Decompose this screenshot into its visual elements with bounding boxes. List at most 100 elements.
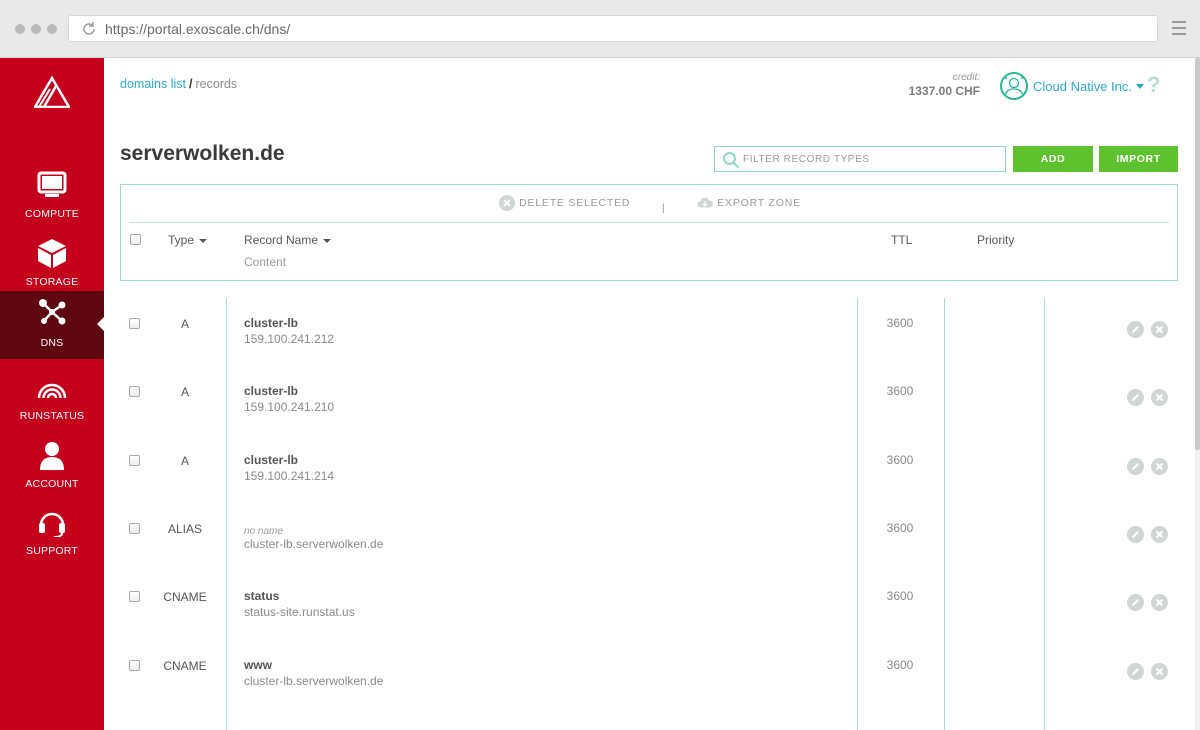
sidebar-item-account[interactable]: ACCOUNT (0, 434, 104, 502)
credit-display: credit: 1337.00 CHF (909, 72, 980, 98)
sidebar-item-storage[interactable]: STORAGE (0, 232, 104, 300)
row-checkbox[interactable] (129, 660, 140, 671)
record-name: cluster-lb (244, 453, 299, 467)
filter-record-types-input[interactable] (743, 147, 999, 171)
record-content: status-site.runstat.us (244, 605, 355, 619)
delete-circle-icon (499, 195, 516, 211)
delete-selected-button[interactable]: DELETE SELECTED (499, 195, 630, 211)
row-checkbox[interactable] (129, 523, 140, 534)
bulk-actions: DELETE SELECTED | EXPORT ZONE (121, 195, 1179, 214)
export-zone-label: EXPORT ZONE (717, 197, 801, 209)
headset-icon (39, 512, 65, 537)
record-ttl: 3600 (886, 521, 914, 535)
add-record-button[interactable]: ADD (1013, 146, 1093, 172)
sidebar-item-label: SUPPORT (26, 545, 78, 557)
column-header-ttl: TTL (891, 233, 913, 247)
delete-x-icon[interactable] (1151, 526, 1168, 543)
column-header-record-name[interactable]: Record Name (244, 233, 332, 247)
record-name: cluster-lb (244, 316, 299, 330)
record-content: 159.100.241.214 (244, 469, 335, 483)
cube-icon (38, 239, 66, 268)
row-checkbox[interactable] (129, 455, 140, 466)
record-ttl: 3600 (886, 316, 914, 330)
delete-x-icon[interactable] (1151, 389, 1168, 406)
row-checkbox[interactable] (129, 386, 140, 397)
breadcrumb-domains-list-link[interactable]: domains list (120, 77, 186, 91)
table-row: A cluster-lb 159.100.241.212 3600 (120, 298, 1178, 366)
record-type: ALIAS (167, 522, 203, 536)
window-dot[interactable] (47, 24, 57, 34)
export-zone-button[interactable]: EXPORT ZONE (697, 195, 801, 211)
records-table-body: A cluster-lb 159.100.241.212 3600 A clus… (120, 298, 1178, 730)
edit-pencil-icon[interactable] (1127, 663, 1144, 680)
row-checkbox[interactable] (129, 318, 140, 329)
credit-value: 1337.00 CHF (908, 84, 980, 98)
exoscale-logo-icon[interactable] (34, 76, 70, 108)
record-ttl: 3600 (886, 384, 914, 398)
sidebar-item-support[interactable]: SUPPORT (0, 501, 104, 569)
browser-chrome: https://portal.exoscale.ch/dns/ (0, 0, 1200, 58)
page-scrollbar[interactable] (1195, 58, 1200, 730)
record-type: CNAME (163, 590, 207, 604)
record-name: status (244, 589, 280, 603)
delete-x-icon[interactable] (1151, 458, 1168, 475)
scrollbar-thumb[interactable] (1195, 58, 1200, 450)
record-type: CNAME (163, 659, 207, 673)
breadcrumb: domains list / records (120, 77, 237, 91)
reload-icon[interactable] (81, 21, 97, 37)
sidebar-item-runstatus[interactable]: RUNSTATUS (0, 366, 104, 434)
main-content: domains list / records credit: 1337.00 CHF… (104, 58, 1200, 730)
sort-caret-icon (323, 238, 332, 243)
sidebar-item-dns[interactable]: DNS (0, 291, 104, 359)
sidebar: COMPUTE STORAGE DNS RUNSTATUS ACCOUNT SU… (0, 58, 104, 730)
avatar (1000, 72, 1028, 100)
filter-record-types-field[interactable] (714, 146, 1006, 172)
sidebar-item-label: ACCOUNT (25, 478, 79, 490)
column-header-type[interactable]: Type (168, 233, 208, 247)
address-bar[interactable]: https://portal.exoscale.ch/dns/ (68, 15, 1158, 42)
network-nodes-icon (39, 299, 66, 325)
sidebar-item-compute[interactable]: COMPUTE (0, 164, 104, 232)
edit-pencil-icon[interactable] (1127, 594, 1144, 611)
record-ttl: 3600 (886, 658, 914, 672)
record-name: cluster-lb (244, 384, 299, 398)
record-content: cluster-lb.serverwolken.de (244, 537, 384, 551)
row-checkbox[interactable] (129, 591, 140, 602)
import-button[interactable]: IMPORT (1099, 146, 1178, 172)
help-icon[interactable]: ? (1147, 72, 1160, 98)
edit-pencil-icon[interactable] (1127, 321, 1144, 338)
search-icon (723, 152, 740, 169)
table-row: A cluster-lb 159.100.241.210 3600 (120, 366, 1178, 434)
credit-label: credit: (952, 72, 980, 83)
window-controls (15, 24, 57, 34)
account-menu[interactable]: Cloud Native Inc. (1000, 72, 1144, 100)
delete-x-icon[interactable] (1151, 321, 1168, 338)
account-name[interactable]: Cloud Native Inc. (1033, 79, 1132, 94)
window-dot[interactable] (31, 24, 41, 34)
record-type: A (180, 385, 189, 399)
action-divider: | (661, 202, 666, 214)
record-content: cluster-lb.serverwolken.de (244, 674, 384, 688)
select-all-checkbox[interactable] (130, 234, 141, 245)
record-type: A (180, 317, 189, 331)
window-dot[interactable] (15, 24, 25, 34)
column-header-priority: Priority (977, 233, 1015, 247)
edit-pencil-icon[interactable] (1127, 526, 1144, 543)
page-title: serverwolken.de (120, 142, 285, 165)
delete-x-icon[interactable] (1151, 663, 1168, 680)
url-text: https://portal.exoscale.ch/dns/ (105, 21, 291, 37)
table-row: ALIAS no name cluster-lb.serverwolken.de… (120, 503, 1178, 571)
avatar-user-icon (1004, 77, 1024, 98)
sidebar-item-label: COMPUTE (25, 208, 79, 220)
record-content: 159.100.241.210 (244, 400, 335, 414)
record-name: www (244, 658, 273, 672)
edit-pencil-icon[interactable] (1127, 458, 1144, 475)
chevron-down-icon[interactable] (1136, 83, 1144, 89)
table-row: CNAME status status-site.runstat.us 3600 (120, 571, 1178, 639)
sidebar-item-label: RUNSTATUS (19, 410, 85, 422)
cloud-download-icon (697, 197, 714, 208)
browser-menu-icon[interactable] (1172, 21, 1186, 39)
edit-pencil-icon[interactable] (1127, 389, 1144, 406)
delete-x-icon[interactable] (1151, 594, 1168, 611)
column-header-content: Content (244, 255, 287, 269)
